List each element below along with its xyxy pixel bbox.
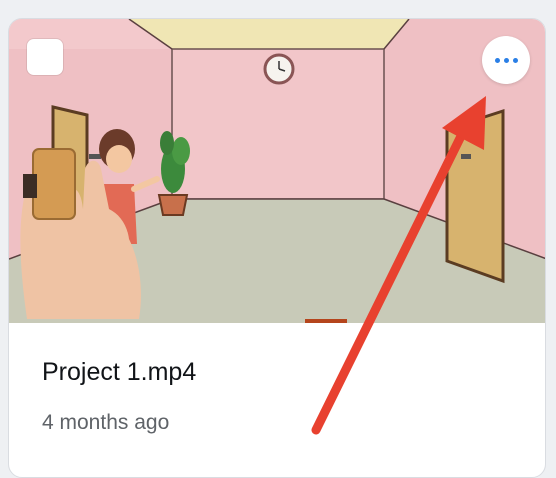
modified-time: 4 months ago xyxy=(42,411,170,434)
select-checkbox[interactable] xyxy=(27,39,63,75)
video-card[interactable]: Project 1.mp4 4 months ago xyxy=(8,18,546,478)
room-ceiling xyxy=(129,19,409,49)
thumbnail-scene xyxy=(9,19,545,323)
right-door xyxy=(445,108,505,284)
file-title[interactable]: Project 1.mp4 xyxy=(42,358,196,387)
video-thumbnail[interactable] xyxy=(9,19,545,323)
wall-clock xyxy=(263,53,295,85)
more-horizontal-icon xyxy=(494,57,500,63)
more-options-button[interactable] xyxy=(482,36,530,84)
card-info: Project 1.mp4 4 months ago xyxy=(9,323,545,477)
